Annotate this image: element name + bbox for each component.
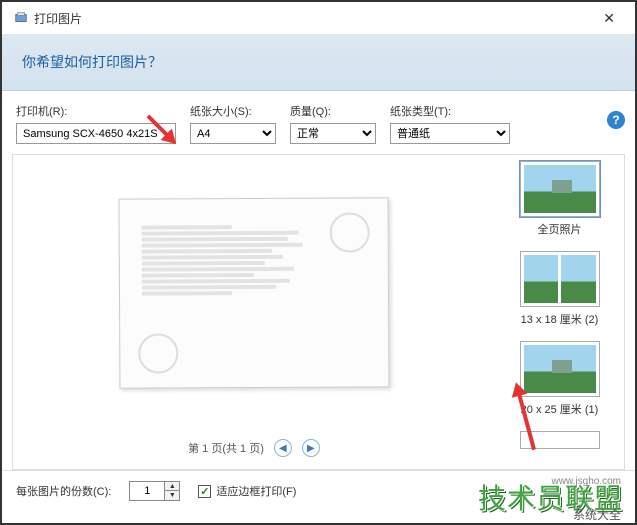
preview-pane: 第 1 页(共 1 页) ◀ ▶ [12,154,495,470]
printer-label: 打印机(R): [16,103,176,119]
template-13x18[interactable]: 13 x 18 厘米 (2) [520,251,600,327]
page-preview [119,197,390,388]
pager: 第 1 页(共 1 页) ◀ ▶ [188,431,320,469]
template-full-page[interactable]: 全页照片 [520,161,600,237]
printer-select[interactable]: Samsung SCX-4650 4x21S Seri [16,123,176,144]
fit-frame-checkbox[interactable]: ✓ 适应边框打印(F) [198,483,296,499]
copies-up[interactable]: ▲ [165,482,179,491]
help-icon[interactable]: ? [607,111,625,129]
paper-size-select[interactable]: A4 [190,123,276,144]
quality-select[interactable]: 正常 [290,123,376,144]
template-label: 20 x 25 厘米 (1) [521,401,599,417]
checkbox-icon: ✓ [198,485,211,498]
next-page-button[interactable]: ▶ [302,439,320,457]
window-title: 打印图片 [34,10,82,27]
controls-row: 打印机(R): Samsung SCX-4650 4x21S Seri 纸张大小… [2,91,635,150]
fit-frame-label: 适应边框打印(F) [216,483,296,499]
titlebar: 打印图片 ✕ [2,2,635,34]
paper-type-label: 纸张类型(T): [390,103,510,119]
quality-label: 质量(Q): [290,103,376,119]
template-more[interactable] [520,431,600,449]
paper-size-label: 纸张大小(S): [190,103,276,119]
paper-type-select[interactable]: 普通纸 [390,123,510,144]
header-band: 你希望如何打印图片？ [2,34,635,91]
copies-spinner[interactable]: ▲ ▼ [129,481,180,501]
copies-input[interactable] [130,482,164,500]
app-icon [14,11,28,25]
print-pictures-dialog: 打印图片 ✕ 你希望如何打印图片？ 打印机(R): Samsung SCX-46… [0,0,637,525]
main-area: 第 1 页(共 1 页) ◀ ▶ 全页照片 13 x 18 厘米 (2) 20 … [2,150,635,470]
pager-text: 第 1 页(共 1 页) [188,440,264,456]
layout-templates[interactable]: 全页照片 13 x 18 厘米 (2) 20 x 25 厘米 (1) [495,154,625,470]
header-question: 你希望如何打印图片？ [22,54,162,70]
close-button[interactable]: ✕ [595,6,623,31]
template-label: 全页照片 [538,221,582,237]
copies-label: 每张图片的份数(C): [16,483,111,499]
copies-down[interactable]: ▼ [165,491,179,500]
template-label: 13 x 18 厘米 (2) [521,311,599,327]
prev-page-button[interactable]: ◀ [274,439,292,457]
template-20x25[interactable]: 20 x 25 厘米 (1) [520,341,600,417]
watermark-sub: 系统大全 [573,506,621,523]
